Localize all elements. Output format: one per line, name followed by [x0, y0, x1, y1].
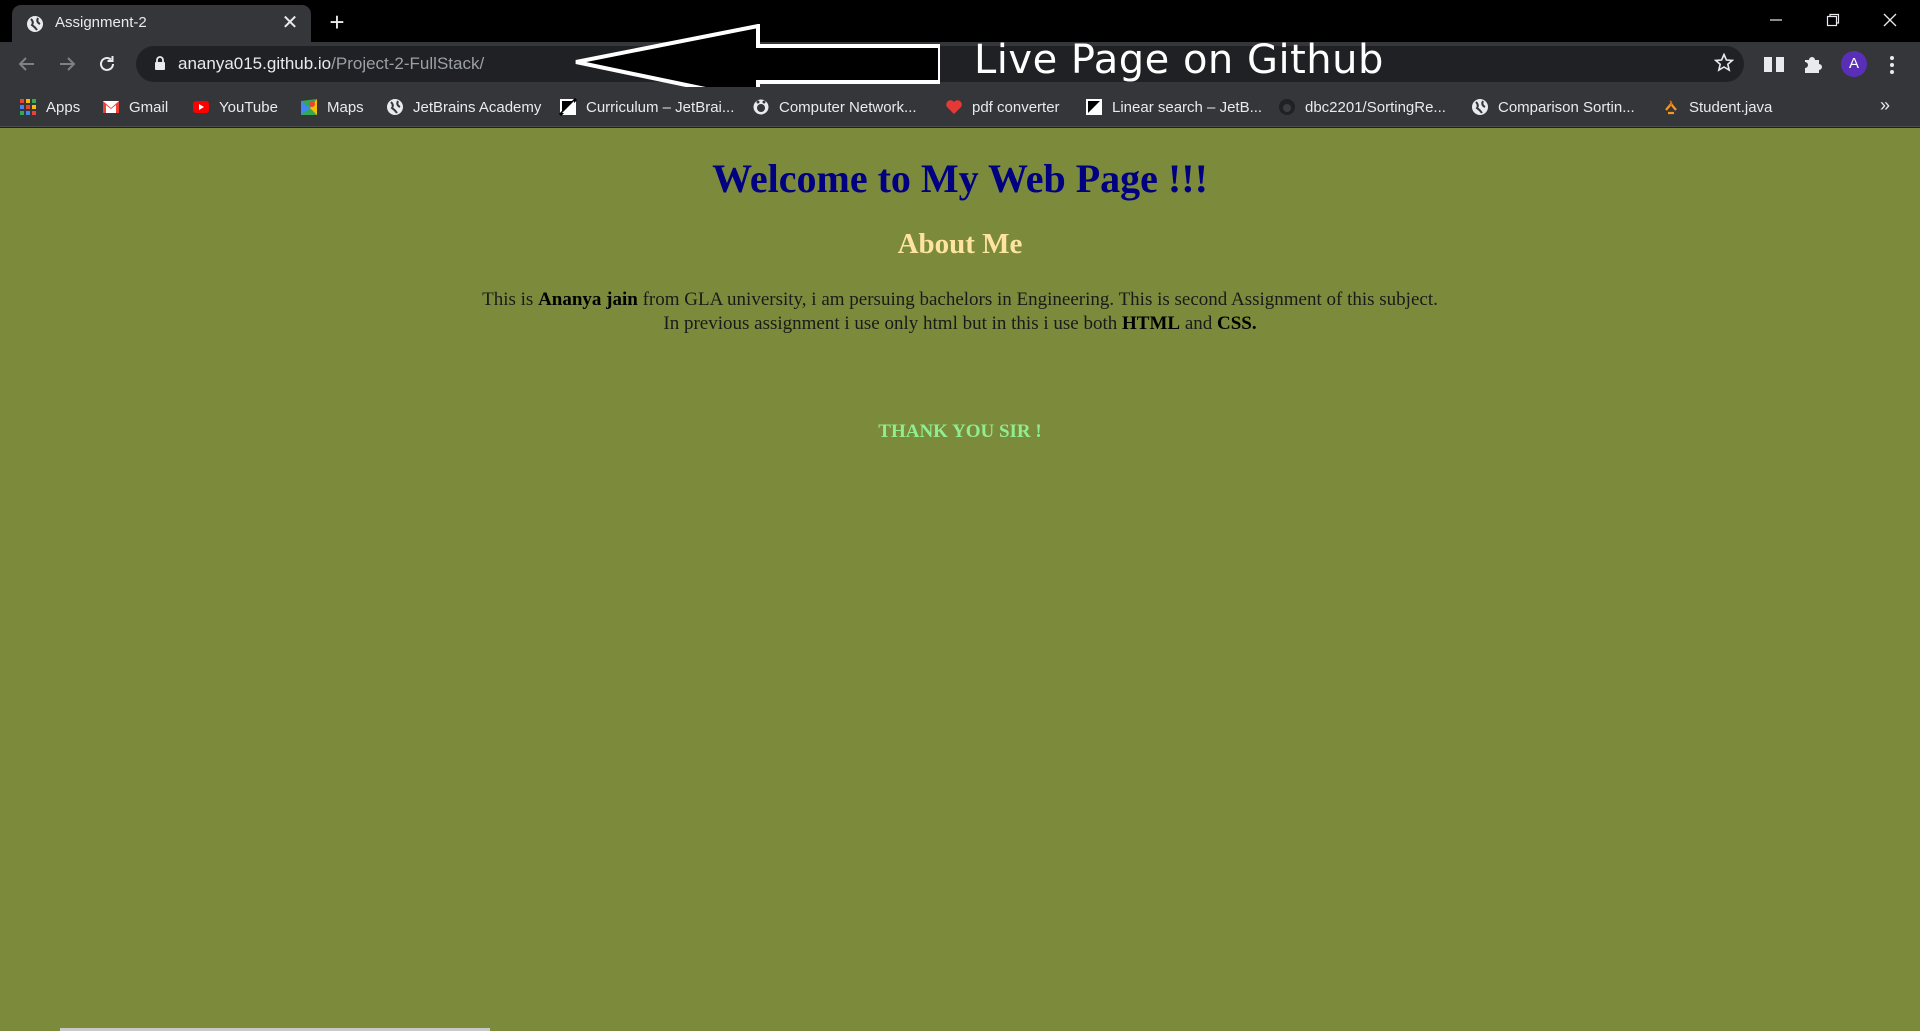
about-text: and [1180, 313, 1217, 334]
bookmark-star-icon[interactable] [1714, 53, 1734, 73]
extensions-icon[interactable] [1800, 51, 1826, 77]
maps-icon [301, 99, 317, 115]
css-keyword: CSS. [1217, 313, 1257, 334]
bookmark-label: YouTube [219, 98, 278, 116]
tab-title: Assignment-2 [55, 14, 147, 31]
bookmarks-bar: Apps Gmail YouTube Maps JetBrains Academ… [0, 87, 1920, 127]
bookmark-pdf-converter[interactable]: pdf converter [945, 95, 1060, 119]
browser-toolbar: ananya015.github.io/Project-2-FullStack/… [0, 42, 1920, 87]
annotation-label: Live Page on Github [974, 37, 1384, 83]
close-window-button[interactable] [1862, 0, 1919, 40]
java-icon [1665, 100, 1677, 115]
about-text: This is [482, 289, 539, 310]
back-arrow-icon [18, 57, 34, 71]
tab-strip: Assignment-2 ✕ + [0, 0, 1920, 42]
close-tab-icon[interactable]: ✕ [279, 12, 301, 34]
bookmark-label: Apps [46, 98, 81, 116]
about-text: from GLA university, i am persuing bache… [637, 289, 1438, 310]
url-path: /Project-2-FullStack/ [331, 54, 485, 73]
globe-icon [387, 99, 403, 115]
about-paragraph: This is Ananya jain from GLA university,… [0, 288, 1920, 336]
restore-button[interactable] [1805, 0, 1862, 40]
heart-icon [946, 100, 962, 114]
bookmark-label: Gmail [129, 98, 169, 116]
bookmark-label: Maps [327, 98, 364, 116]
bookmark-gmail[interactable]: Gmail [102, 95, 168, 119]
bookmark-label: dbc2201/SortingRe... [1305, 98, 1446, 116]
web-page-content: Welcome to My Web Page !!! About Me This… [0, 128, 1920, 1031]
bookmark-apps[interactable]: Apps [19, 95, 80, 119]
lock-icon [155, 56, 165, 70]
bookmark-curriculum[interactable]: Curriculum – JetBrai... [559, 95, 734, 119]
about-text: In previous assignment i use only html b… [663, 313, 1122, 334]
profile-avatar[interactable]: A [1841, 51, 1867, 77]
bookmark-label: Linear search – JetB... [1112, 98, 1263, 116]
minimize-button[interactable] [1748, 0, 1805, 40]
minimize-icon [1770, 19, 1782, 21]
globe-icon [1472, 99, 1488, 115]
page-heading: Welcome to My Web Page !!! [712, 156, 1208, 201]
forward-arrow-icon [60, 57, 76, 71]
bookmark-label: Comparison Sortin... [1498, 98, 1635, 116]
apps-grid-icon [20, 99, 36, 115]
jetbrains-icon [559, 98, 577, 116]
github-icon [753, 99, 769, 115]
bookmark-label: JetBrains Academy [413, 98, 542, 116]
gmail-icon [103, 101, 119, 113]
new-tab-button[interactable]: + [323, 8, 351, 36]
bookmark-sorting-repo[interactable]: dbc2201/SortingRe... [1278, 95, 1446, 119]
globe-icon [27, 16, 43, 32]
thank-you-text: THANK YOU SIR ! [878, 421, 1042, 442]
reading-list-icon[interactable] [1761, 51, 1787, 77]
bookmark-jetbrains-academy[interactable]: JetBrains Academy [386, 95, 541, 119]
author-name: Ananya jain [538, 289, 638, 310]
more-menu-icon[interactable] [1882, 52, 1902, 78]
page-subheading: About Me [897, 228, 1023, 260]
youtube-icon [193, 101, 209, 113]
bookmark-label: pdf converter [972, 98, 1060, 116]
bookmark-student-java[interactable]: Student.java [1662, 95, 1772, 119]
more-bookmarks-button[interactable]: » [1880, 95, 1890, 116]
jetbrains-icon [1086, 99, 1102, 115]
bookmark-label: Computer Network... [779, 98, 917, 116]
bookmark-label: Curriculum – JetBrai... [586, 98, 735, 116]
address-bar[interactable]: ananya015.github.io/Project-2-FullStack/ [136, 46, 1744, 82]
restore-icon [1826, 13, 1840, 27]
reload-icon [100, 56, 114, 71]
bookmark-youtube[interactable]: YouTube [192, 95, 278, 119]
reload-button[interactable] [92, 49, 122, 79]
bookmark-computer-network[interactable]: Computer Network... [752, 95, 917, 119]
back-button[interactable] [12, 49, 42, 79]
bookmark-comparison-sorting[interactable]: Comparison Sortin... [1471, 95, 1635, 119]
url-text[interactable]: ananya015.github.io/Project-2-FullStack/ [178, 54, 484, 74]
close-icon [1883, 13, 1897, 27]
bookmark-maps[interactable]: Maps [300, 95, 364, 119]
url-host: ananya015.github.io [178, 54, 332, 73]
tab-assignment-2[interactable]: Assignment-2 ✕ [12, 5, 311, 42]
forward-button[interactable] [52, 49, 82, 79]
bookmark-linear-search[interactable]: Linear search – JetB... [1085, 95, 1262, 119]
github-icon [1279, 99, 1295, 115]
html-keyword: HTML [1122, 313, 1181, 334]
bookmark-label: Student.java [1689, 98, 1773, 116]
